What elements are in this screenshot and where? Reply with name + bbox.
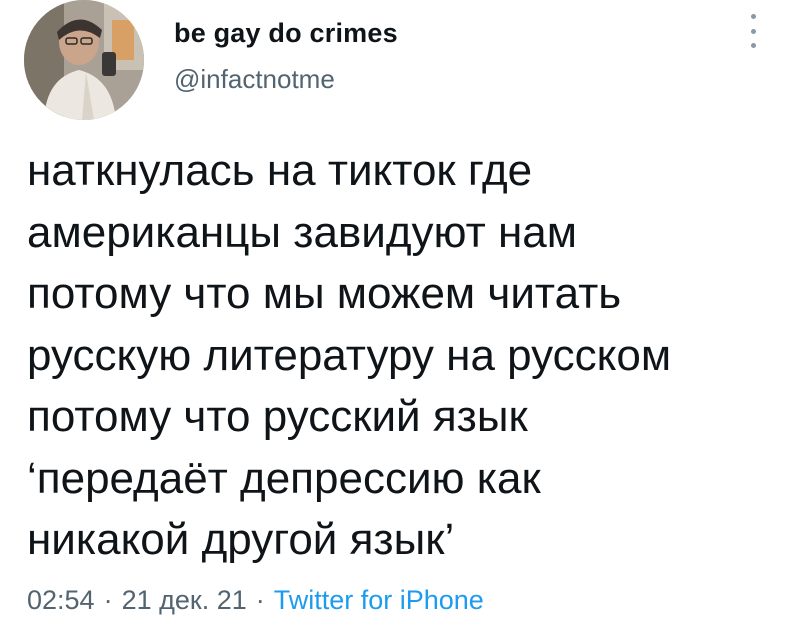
author-avatar[interactable] [24, 0, 144, 120]
tweet-text-line: наткнулась на тикток где [27, 146, 533, 195]
tweet-text-line: никакой другой язык’ [27, 515, 455, 564]
tweet-date[interactable]: 21 дек. 21 [122, 585, 247, 615]
menu-dot [750, 43, 756, 48]
tweet-text: наткнулась на тикток где американцы зави… [27, 140, 787, 571]
tweet-text-line: ‘передаёт депрессию как [27, 453, 541, 503]
tweet-text-line: американцы завидуют нам [27, 207, 577, 257]
author-display-name[interactable]: be gay do crimes [174, 18, 398, 49]
tweet-text-line: потому что русский язык [27, 392, 528, 441]
menu-dot [750, 14, 756, 19]
tweet-time[interactable]: 02:54 [27, 585, 95, 615]
meta-separator: · [255, 585, 265, 615]
meta-separator: · [103, 585, 113, 615]
profile-photo-avatar-icon [24, 0, 144, 120]
tweet-source-link[interactable]: Twitter for iPhone [274, 585, 484, 615]
tweet-text-line: потому что мы можем читать [27, 269, 622, 318]
menu-dot [750, 28, 756, 34]
more-options-icon[interactable] [742, 14, 764, 48]
author-handle[interactable]: @infactnotme [174, 64, 335, 95]
tweet-meta: 02:54 · 21 дек. 21 · Twitter for iPhone [27, 585, 484, 616]
tweet-card: be gay do crimes @infactnotme наткнулась… [0, 0, 800, 643]
tweet-text-line: русскую литературу на русском [27, 330, 672, 380]
